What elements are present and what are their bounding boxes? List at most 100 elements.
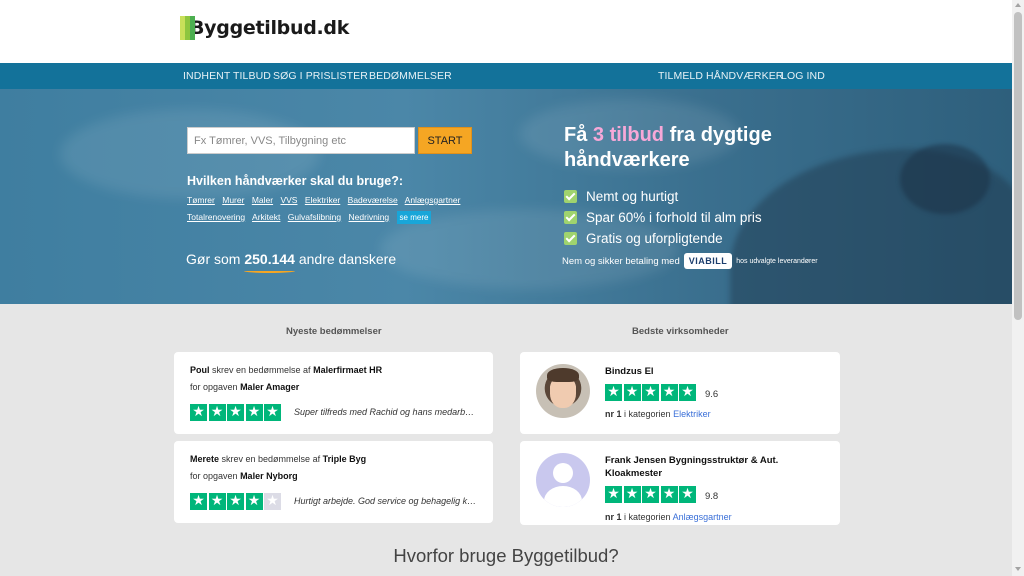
star-icon: [605, 383, 622, 401]
trade-link-maler[interactable]: Maler: [252, 195, 273, 205]
hero-background-head: [900, 144, 990, 214]
customer-count: Gør som 250.144 andre danskere: [186, 251, 397, 273]
hero-title: Få 3 tilbud fra dygtige håndværkere: [564, 124, 772, 171]
star-icon: [264, 492, 281, 510]
business-name[interactable]: Bindzus El: [605, 365, 825, 378]
star-icon: [227, 403, 244, 421]
benefit-item: Spar 60% i forhold til alm pris: [564, 207, 762, 228]
check-icon: [564, 232, 577, 245]
star-icon: [264, 403, 281, 421]
latest-reviews-title: Nyeste bedømmelser: [286, 326, 382, 337]
star-icon: [190, 403, 207, 421]
star-icon: [623, 485, 641, 503]
benefit-list: Nemt og hurtigt Spar 60% i forhold til a…: [564, 186, 762, 249]
scroll-down-arrow-icon[interactable]: [1015, 567, 1021, 571]
business-card[interactable]: Bindzus El 9.6 nr 1 i kategorien Elektri…: [520, 352, 840, 434]
scroll-up-arrow-icon[interactable]: [1015, 3, 1021, 7]
review-task: for opgaven Maler Amager: [190, 382, 300, 392]
star-rating: [605, 485, 698, 503]
category-link[interactable]: Anlægsgartner: [673, 512, 732, 522]
star-icon: [660, 485, 678, 503]
review-card[interactable]: Poul skrev en bedømmelse af Malerfirmaet…: [174, 352, 493, 434]
customer-count-prefix: Gør som: [186, 251, 241, 267]
star-icon: [623, 383, 641, 401]
user-placeholder-icon: [536, 453, 590, 507]
star-icon: [642, 485, 659, 503]
see-more-button[interactable]: se mere: [396, 211, 432, 224]
business-card[interactable]: Frank Jensen Bygningsstruktør & Aut. Klo…: [520, 441, 840, 525]
trade-link-tomrer[interactable]: Tømrer: [187, 195, 215, 205]
main-nav: INDHENT TILBUD SØG I PRISLISTER BEDØMMEL…: [0, 63, 1012, 89]
page-scrollbar[interactable]: [1012, 0, 1024, 576]
trade-search-input[interactable]: [187, 127, 415, 154]
logo-text: Byggetilbud.dk: [190, 17, 350, 39]
reviews-section: [0, 304, 1012, 576]
star-icon: [245, 492, 263, 510]
review-author: Poul: [190, 365, 210, 375]
trade-question: Hvilken håndværker skal du bruge?:: [187, 174, 404, 188]
trade-link-murer[interactable]: Murer: [222, 195, 244, 205]
customer-count-value: 250.144: [244, 251, 295, 273]
business-rank: nr 1 i kategorien Elektriker: [605, 409, 711, 419]
viabill-logo: VIABILL: [683, 253, 733, 269]
nav-soeg-i-prislister[interactable]: SØG I PRISLISTER: [273, 70, 368, 82]
review-company[interactable]: Triple Byg: [323, 454, 367, 464]
review-task: for opgaven Maler Nyborg: [190, 471, 298, 481]
best-companies-title: Bedste virksomheder: [632, 326, 729, 337]
business-rank: nr 1 i kategorien Anlægsgartner: [605, 512, 732, 522]
business-avatar: [536, 364, 590, 418]
trade-link-elektriker[interactable]: Elektriker: [305, 195, 340, 205]
trade-link-totalrenovering[interactable]: Totalrenovering: [187, 212, 245, 222]
nav-log-ind[interactable]: LOG IND: [781, 70, 825, 82]
trade-link-anlaegsgartner[interactable]: Anlægsgartner: [405, 195, 461, 205]
star-rating: [190, 403, 283, 421]
review-author: Merete: [190, 454, 220, 464]
star-icon: [660, 383, 678, 401]
start-button[interactable]: START: [418, 127, 472, 154]
review-quote: Hurtigt arbejde. God service og behageli…: [294, 496, 479, 506]
trade-link-arkitekt[interactable]: Arkitekt: [252, 212, 280, 222]
star-icon: [679, 485, 696, 503]
site-logo[interactable]: Byggetilbud.dk: [180, 16, 349, 40]
review-card[interactable]: Merete skrev en bedømmelse af Triple Byg…: [174, 441, 493, 523]
benefit-item: Nemt og hurtigt: [564, 186, 762, 207]
star-icon: [208, 403, 226, 421]
scroll-thumb[interactable]: [1014, 12, 1022, 320]
site-header: Byggetilbud.dk: [0, 0, 1012, 63]
business-score: 9.6: [705, 389, 719, 400]
logo-icon: [180, 16, 200, 40]
trade-link-badevaerelse[interactable]: Badeværelse: [348, 195, 398, 205]
review-header: Merete skrev en bedømmelse af Triple Byg: [190, 454, 367, 464]
swoosh-underline: [244, 269, 295, 273]
review-header: Poul skrev en bedømmelse af Malerfirmaet…: [190, 365, 383, 375]
nav-indhent-tilbud[interactable]: INDHENT TILBUD: [183, 70, 271, 82]
customer-count-suffix: andre danskere: [298, 251, 397, 267]
benefit-item: Gratis og uforpligtende: [564, 228, 762, 249]
check-icon: [564, 190, 577, 203]
hero-title-highlight: 3 tilbud: [592, 124, 665, 146]
star-icon: [208, 492, 226, 510]
trade-link-nedrivning[interactable]: Nedrivning: [349, 212, 390, 222]
check-icon: [564, 211, 577, 224]
payment-info: Nem og sikker betaling med VIABILL hos u…: [562, 253, 818, 269]
star-icon: [642, 383, 659, 401]
nav-bedoemmelser[interactable]: BEDØMMELSER: [369, 70, 452, 82]
star-icon: [245, 403, 263, 421]
star-rating: [190, 492, 283, 510]
star-icon: [605, 485, 622, 503]
trade-link-gulvafslibning[interactable]: Gulvafslibning: [288, 212, 341, 222]
business-name[interactable]: Frank Jensen Bygningsstruktør & Aut. Klo…: [605, 454, 825, 480]
why-heading: Hvorfor bruge Byggetilbud?: [393, 545, 619, 566]
star-icon: [679, 383, 696, 401]
star-icon: [227, 492, 244, 510]
star-icon: [190, 492, 207, 510]
review-quote: Super tilfreds med Rachid og hans medarb…: [294, 407, 479, 417]
star-rating: [605, 383, 698, 401]
hero-banner: [0, 89, 1012, 304]
category-link[interactable]: Elektriker: [673, 409, 711, 419]
review-company[interactable]: Malerfirmaet HR: [313, 365, 382, 375]
trade-link-vvs[interactable]: VVS: [280, 195, 297, 205]
trade-links: Tømrer Murer Maler VVS Elektriker Badevæ…: [187, 192, 477, 226]
nav-tilmeld-haandvaerker[interactable]: TILMELD HÅNDVÆRKER: [658, 70, 784, 82]
business-score: 9.8: [705, 491, 719, 502]
